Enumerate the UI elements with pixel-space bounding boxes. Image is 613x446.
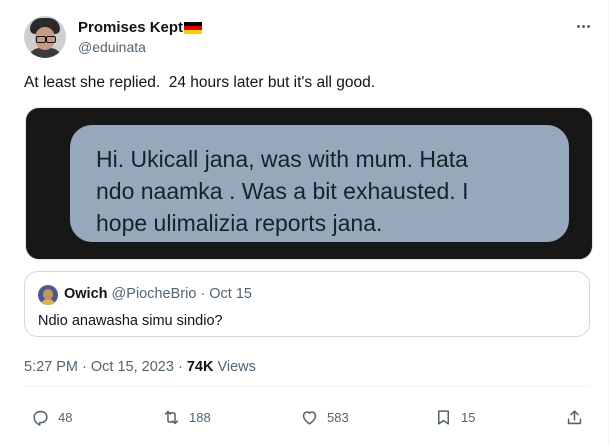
views-count: 74K [186, 359, 214, 375]
more-options-icon[interactable] [571, 16, 595, 36]
quoted-author-avatar [38, 285, 58, 305]
message-line-2: ndo naamka . Was a bit exhausted. I [96, 178, 469, 204]
chat-message-bubble: Hi. Ukicall jana, was with mum. Hata ndo… [70, 125, 569, 242]
quoted-tweet-text: Ndio anawasha simu sindio? [38, 313, 223, 329]
reply-button[interactable]: 48 [31, 400, 72, 434]
tweet-time-date[interactable]: 5:27 PM · Oct 15, 2023 · [24, 359, 187, 375]
germany-flag-icon [184, 21, 203, 34]
action-bar: 48 188 583 15 [0, 400, 613, 434]
like-button[interactable]: 583 [300, 400, 349, 434]
bookmark-icon [437, 409, 450, 425]
quoted-author-name: Owich [64, 286, 108, 302]
views-label: Views [213, 359, 256, 375]
bookmark-count: 15 [461, 409, 476, 425]
quoted-author-meta: @PiocheBrio · Oct 15 [111, 286, 252, 302]
message-line-1: Hi. Ukicall jana, was with mum. Hata [96, 146, 468, 172]
quoted-tweet[interactable]: Owich @PiocheBrio · Oct 15 Ndio anawasha… [24, 271, 590, 337]
tweet-media-image[interactable]: Hi. Ukicall jana, was with mum. Hata ndo… [25, 107, 593, 260]
author-name-text: Promises Kept [78, 19, 184, 36]
author-avatar[interactable] [24, 16, 66, 58]
message-line-3: hope ulimalizia reports jana. [96, 210, 383, 236]
repost-icon [164, 410, 179, 424]
share-button[interactable] [565, 400, 584, 434]
divider [24, 386, 590, 387]
repost-button[interactable]: 188 [162, 400, 211, 434]
like-count: 583 [327, 409, 349, 425]
tweet-header: Promises Kept @eduinata [24, 16, 595, 60]
share-icon [567, 409, 582, 424]
bookmark-button[interactable]: 15 [434, 400, 475, 434]
author-handle[interactable]: @eduinata [78, 39, 146, 55]
reply-icon [33, 410, 48, 426]
author-display-name[interactable]: Promises Kept [78, 19, 203, 36]
repost-count: 188 [189, 409, 211, 425]
right-divider [608, 0, 609, 446]
reply-count: 48 [58, 409, 73, 425]
heart-icon [302, 410, 317, 425]
tweet-timestamp-row: 5:27 PM · Oct 15, 2023 · 74K Views [24, 359, 256, 375]
tweet-text: At least she replied. 24 hours later but… [24, 74, 376, 91]
quoted-tweet-header: Owich @PiocheBrio · Oct 15 [64, 286, 252, 302]
